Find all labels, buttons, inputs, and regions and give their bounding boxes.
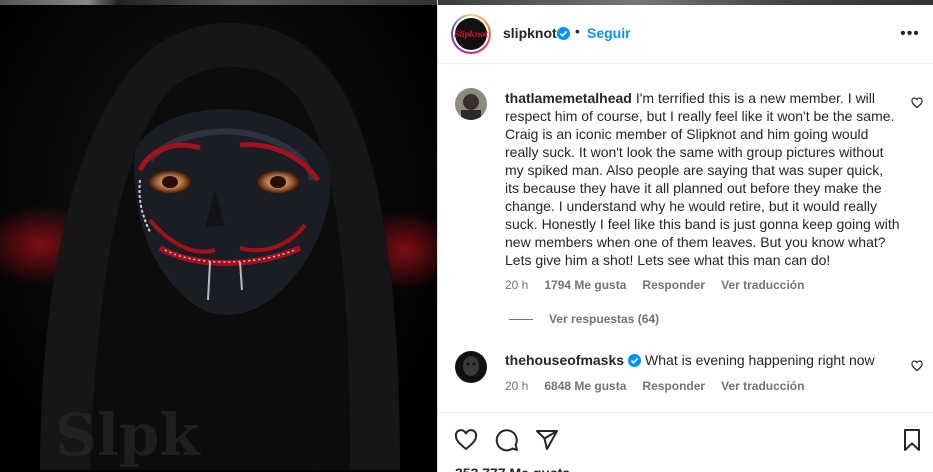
heart-icon[interactable] [911, 360, 923, 372]
separator-dot: • [575, 23, 580, 39]
follow-button[interactable]: Seguir [587, 25, 631, 41]
comment-username[interactable]: thehouseofmasks [505, 352, 624, 368]
post-likes-count[interactable]: 353,777 Me gusta [455, 466, 570, 472]
view-replies-label: Ver respuestas (64) [549, 312, 660, 326]
masked-figure-image: Slpk [0, 22, 437, 471]
comment-icon[interactable] [495, 428, 519, 452]
comment-meta: 20 h 1794 Me gusta Responder Ver traducc… [505, 278, 820, 292]
heart-icon[interactable] [911, 97, 923, 109]
svg-text:Slpk: Slpk [55, 401, 201, 469]
comment-body: What is evening happening right now [645, 352, 875, 368]
reply-button[interactable]: Responder [642, 379, 705, 393]
comment-username[interactable]: thatlamemetalhead [505, 90, 632, 106]
comment-text: thehouseofmasks What is evening happening… [505, 351, 900, 369]
author-username[interactable]: slipknot [503, 25, 557, 41]
verified-badge-icon [628, 354, 642, 367]
post-side-panel: Slipknot slipknot • Seguir ••• thatlamem… [437, 0, 933, 472]
comment-likes[interactable]: 1794 Me gusta [544, 278, 626, 292]
comment-likes[interactable]: 6848 Me gusta [544, 379, 626, 393]
share-icon[interactable] [535, 428, 559, 452]
view-replies-button[interactable]: Ver respuestas (64) [509, 312, 659, 326]
post-photo[interactable]: Slpk [0, 0, 437, 472]
commenter-avatar[interactable] [455, 351, 487, 383]
reply-button[interactable]: Responder [642, 278, 705, 292]
bookmark-icon[interactable] [900, 428, 924, 452]
commenter-avatar[interactable] [455, 88, 487, 120]
translate-button[interactable]: Ver traducción [721, 278, 804, 292]
heart-icon[interactable] [454, 428, 478, 452]
comment-body: I'm terrified this is a new member. I wi… [505, 90, 900, 268]
comment-meta: 20 h 6848 Me gusta Responder Ver traducc… [505, 379, 820, 393]
translate-button[interactable]: Ver traducción [721, 379, 804, 393]
comment-time[interactable]: 20 h [505, 278, 528, 292]
previous-post-strip [0, 0, 437, 5]
comment-time[interactable]: 20 h [505, 379, 528, 393]
author-avatar-logo: Slipknot [454, 18, 488, 50]
verified-badge-icon [557, 27, 570, 40]
post-actions-bar [438, 412, 933, 472]
replies-divider [509, 318, 533, 320]
author-avatar[interactable]: Slipknot [451, 14, 491, 54]
comment-text: thatlamemetalhead I'm terrified this is a… [505, 89, 900, 269]
more-options-icon[interactable]: ••• [900, 24, 920, 44]
post-header: Slipknot slipknot • Seguir ••• [438, 5, 933, 64]
